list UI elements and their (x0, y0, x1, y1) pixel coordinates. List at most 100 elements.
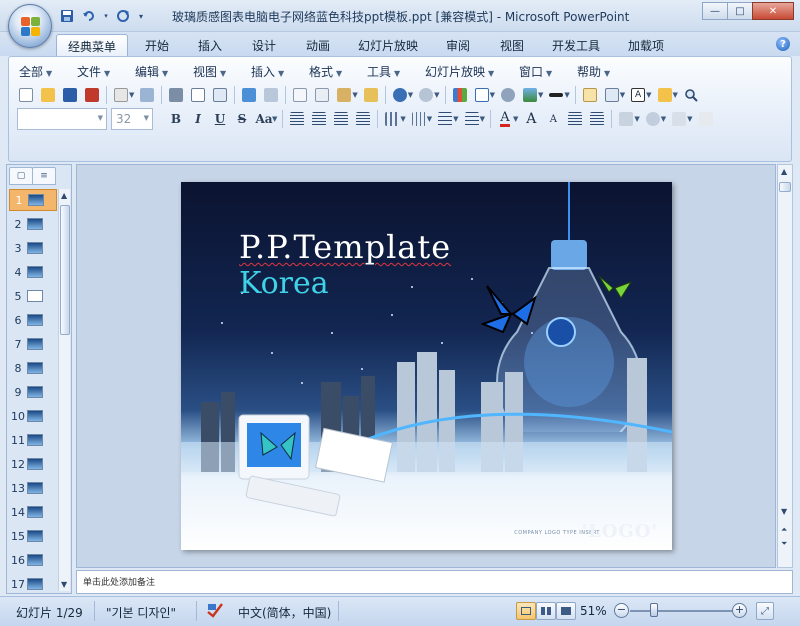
cut-icon[interactable] (289, 85, 311, 105)
italic-button[interactable]: I (187, 109, 209, 129)
slide-thumbnail[interactable]: 17 (9, 573, 57, 595)
fit-to-window-button[interactable]: ⤢ (756, 602, 774, 620)
menu-edit[interactable]: 编辑 ▼ (135, 63, 168, 80)
tab-view[interactable]: 视图 (490, 34, 534, 56)
maximize-button[interactable]: □ (727, 2, 753, 20)
slide-thumbnail[interactable]: 6 (9, 309, 57, 331)
normal-view-button[interactable] (516, 602, 536, 620)
tab-developer[interactable]: 开发工具 (544, 34, 608, 56)
chevron-down-icon[interactable]: ▼ (480, 115, 485, 123)
undo-dropdown-icon[interactable]: ▾ (102, 7, 110, 25)
chevron-down-icon[interactable]: ▼ (620, 91, 625, 99)
scrollbar-thumb[interactable] (779, 182, 791, 192)
theme-name[interactable]: "기본 디자인" (106, 604, 176, 621)
notes-pane[interactable]: 单击此处添加备注 (76, 570, 793, 594)
chevron-down-icon[interactable]: ▼ (272, 115, 277, 123)
tab-design[interactable]: 设计 (242, 34, 286, 56)
print-icon[interactable] (165, 85, 187, 105)
slideshow-view-button[interactable] (556, 602, 576, 620)
strikethrough-button[interactable]: S (231, 109, 253, 129)
open-folder-icon[interactable] (37, 85, 59, 105)
slide-thumbnail[interactable]: 13 (9, 477, 57, 499)
new-slide-icon[interactable] (579, 85, 601, 105)
chevron-down-icon[interactable]: ▼ (427, 115, 432, 123)
spelling-icon[interactable] (238, 85, 260, 105)
minimize-button[interactable]: — (702, 2, 728, 20)
slide-thumbnail[interactable]: 10 (9, 405, 57, 427)
increase-indent-icon[interactable] (586, 109, 608, 129)
slide-thumbnail[interactable]: 16 (9, 549, 57, 571)
permission-icon[interactable] (81, 85, 103, 105)
chevron-down-icon[interactable]: ▼ (513, 115, 518, 123)
close-button[interactable]: ✕ (752, 2, 794, 20)
menu-all[interactable]: 全部 ▼ (19, 63, 52, 80)
chevron-down-icon[interactable]: ▼ (352, 91, 357, 99)
next-slide-icon[interactable]: ⏷ (781, 539, 787, 549)
shrink-font-icon[interactable]: A (542, 109, 564, 129)
tab-classic-menu[interactable]: 经典菜单 (56, 34, 128, 56)
research-icon[interactable] (260, 85, 282, 105)
chevron-down-icon[interactable]: ▼ (673, 91, 678, 99)
zoom-out-button[interactable]: − (614, 603, 629, 618)
slide-thumbnail[interactable]: 3 (9, 237, 57, 259)
bold-button[interactable]: B (165, 109, 187, 129)
menu-tools[interactable]: 工具 ▼ (367, 63, 400, 80)
save-icon[interactable] (58, 7, 76, 25)
tab-slideshow[interactable]: 幻灯片放映 (350, 34, 426, 56)
zoom-in-button[interactable]: + (732, 603, 747, 618)
slide-thumbnail[interactable]: 7 (9, 333, 57, 355)
chevron-down-icon[interactable]: ▼ (661, 115, 666, 123)
menu-window[interactable]: 窗口 ▼ (519, 63, 552, 80)
format-painter-icon[interactable] (360, 85, 382, 105)
slide-thumbnail[interactable]: 8 (9, 357, 57, 379)
menu-file[interactable]: 文件 ▼ (77, 63, 110, 80)
attachment-icon[interactable] (136, 85, 158, 105)
underline-button[interactable]: U (209, 109, 231, 129)
slides-panel-scrollbar[interactable]: ▲ ▼ (58, 189, 70, 591)
copy-icon[interactable] (311, 85, 333, 105)
zoom-slider-thumb[interactable] (650, 603, 658, 617)
insert-chart-icon[interactable] (449, 85, 471, 105)
scroll-up-icon[interactable]: ▲ (61, 191, 67, 200)
slide-title[interactable]: P.P.Template (239, 228, 451, 266)
menu-help[interactable]: 帮助 ▼ (577, 63, 610, 80)
new-document-icon[interactable] (15, 85, 37, 105)
tab-insert[interactable]: 插入 (188, 34, 232, 56)
menu-insert[interactable]: 插入 ▼ (251, 63, 284, 80)
help-icon[interactable]: ? (776, 37, 790, 51)
scrollbar-thumb[interactable] (60, 205, 70, 335)
slide-thumbnail[interactable]: 5 (9, 285, 57, 307)
tab-slides[interactable]: ▢ (9, 167, 33, 185)
redo-icon[interactable] (114, 7, 132, 25)
slide-thumbnail[interactable]: 12 (9, 453, 57, 475)
clip-art-icon[interactable] (497, 85, 519, 105)
chevron-down-icon[interactable]: ▼ (564, 91, 569, 99)
menu-format[interactable]: 格式 ▼ (309, 63, 342, 80)
search-icon[interactable] (680, 85, 702, 105)
chevron-down-icon[interactable]: ▼ (408, 91, 413, 99)
slide-sorter-view-button[interactable] (536, 602, 556, 620)
grow-font-icon[interactable]: A (520, 109, 542, 129)
zoom-slider-track[interactable] (630, 610, 738, 612)
chevron-down-icon[interactable]: ▼ (490, 91, 495, 99)
menu-view[interactable]: 视图 ▼ (193, 63, 226, 80)
chevron-down-icon[interactable]: ▼ (538, 91, 543, 99)
slide-thumbnail[interactable]: 4 (9, 261, 57, 283)
menu-slideshow[interactable]: 幻灯片放映 ▼ (425, 63, 494, 80)
align-center-icon[interactable] (308, 109, 330, 129)
slide-vertical-scrollbar[interactable]: ▲ ▼ ⏶ ⏷ (777, 164, 793, 568)
tab-animation[interactable]: 动画 (296, 34, 340, 56)
tab-outline[interactable]: ≡ (32, 167, 56, 185)
chevron-down-icon[interactable]: ▼ (634, 115, 639, 123)
font-size-box[interactable]: 32 ▼ (111, 108, 153, 130)
align-right-icon[interactable] (330, 109, 352, 129)
slide-thumbnail[interactable]: 2 (9, 213, 57, 235)
customize-quick-access-icon[interactable]: ▾ (136, 7, 146, 25)
chevron-down-icon[interactable]: ▼ (453, 115, 458, 123)
office-button[interactable] (8, 4, 52, 48)
spell-check-icon[interactable] (206, 602, 224, 621)
print-preview-icon[interactable] (187, 85, 209, 105)
slide-layout-icon[interactable] (209, 85, 231, 105)
slide-subtitle[interactable]: Korea (239, 266, 329, 301)
slide-thumbnail[interactable]: 1 (9, 189, 57, 211)
